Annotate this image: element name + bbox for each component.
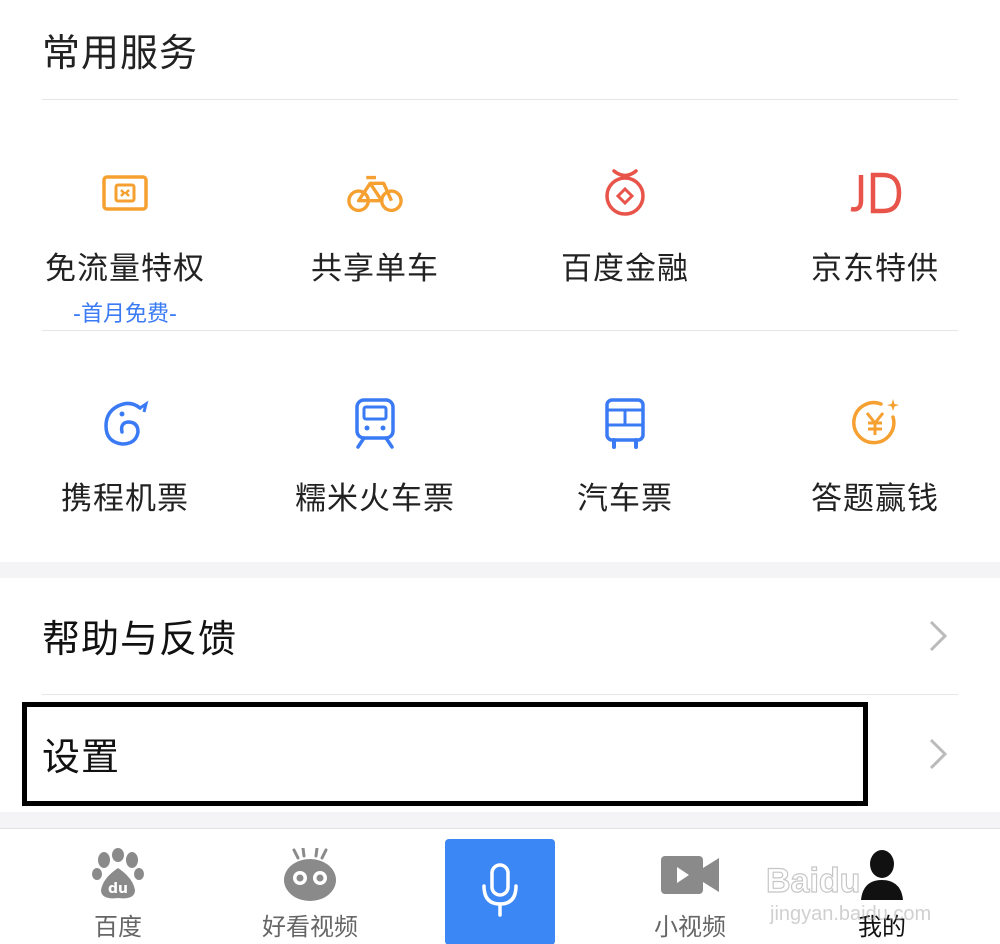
tab-mine[interactable]: 我的	[832, 829, 932, 944]
chevron-right-icon	[928, 619, 948, 653]
service-label: 答题赢钱	[811, 481, 939, 517]
tab-label: 我的	[858, 913, 906, 941]
bus-icon	[597, 395, 653, 451]
yen-coin-icon	[847, 395, 903, 451]
promo-text: -首月免费-	[73, 302, 177, 327]
service-train-tickets[interactable]: 糯米火车票	[250, 395, 500, 518]
tab-haokan-video[interactable]: 好看视频	[250, 829, 370, 944]
video-camera-icon	[659, 847, 721, 903]
service-label: 京东特供	[811, 251, 939, 287]
svg-text:du: du	[108, 881, 128, 897]
microphone-icon	[478, 862, 522, 922]
bicycle-icon	[347, 165, 403, 221]
divider	[42, 330, 958, 331]
section-separator	[0, 812, 1000, 828]
service-label: 百度金融	[561, 251, 689, 287]
divider	[42, 99, 958, 100]
tab-label: 小视频	[654, 913, 726, 941]
baidu-paw-icon: du	[91, 847, 145, 903]
divider	[42, 694, 958, 695]
train-icon	[347, 395, 403, 451]
tab-label: 百度	[94, 913, 142, 941]
service-quiz-money[interactable]: 答题赢钱	[750, 395, 1000, 518]
user-profile-icon	[859, 847, 905, 903]
service-jd[interactable]: 京东特供	[750, 165, 1000, 328]
section-title: 常用服务	[42, 31, 199, 75]
service-label: 共享单车	[311, 251, 439, 287]
chevron-right-icon	[928, 737, 948, 771]
help-feedback-label: 帮助与反馈	[42, 617, 238, 661]
jd-logo-icon	[847, 165, 903, 221]
tab-short-video[interactable]: 小视频	[640, 829, 740, 944]
service-ctrip-flights[interactable]: 携程机票	[0, 395, 250, 518]
settings-row[interactable]: 设置	[0, 696, 1000, 811]
sim-card-icon	[97, 165, 153, 221]
service-bike[interactable]: 共享单车	[250, 165, 500, 328]
bottom-tab-bar: du 百度 好看视频 小视频 我的	[0, 828, 1000, 944]
service-label: 携程机票	[61, 481, 189, 517]
service-bus-tickets[interactable]: 汽车票	[500, 395, 750, 518]
ctrip-dolphin-icon	[97, 395, 153, 451]
service-label: 汽车票	[577, 481, 673, 517]
money-bag-icon	[597, 165, 653, 221]
tab-baidu[interactable]: du 百度	[68, 829, 168, 944]
services-row-1: 免流量特权 -首月免费- 共享单车 百度金融 京东特供	[0, 165, 1000, 328]
section-separator	[0, 562, 1000, 578]
haokan-face-icon	[282, 847, 338, 903]
tab-label: 好看视频	[262, 913, 358, 941]
service-label: 糯米火车票	[295, 481, 455, 517]
help-feedback-row[interactable]: 帮助与反馈	[0, 578, 1000, 693]
voice-search-button[interactable]	[445, 839, 555, 944]
service-finance[interactable]: 百度金融	[500, 165, 750, 328]
service-label: 免流量特权	[45, 251, 205, 287]
services-row-2: 携程机票 糯米火车票 汽车票 答题赢钱	[0, 395, 1000, 518]
settings-label: 设置	[42, 735, 121, 779]
service-free-data[interactable]: 免流量特权 -首月免费-	[0, 165, 250, 328]
